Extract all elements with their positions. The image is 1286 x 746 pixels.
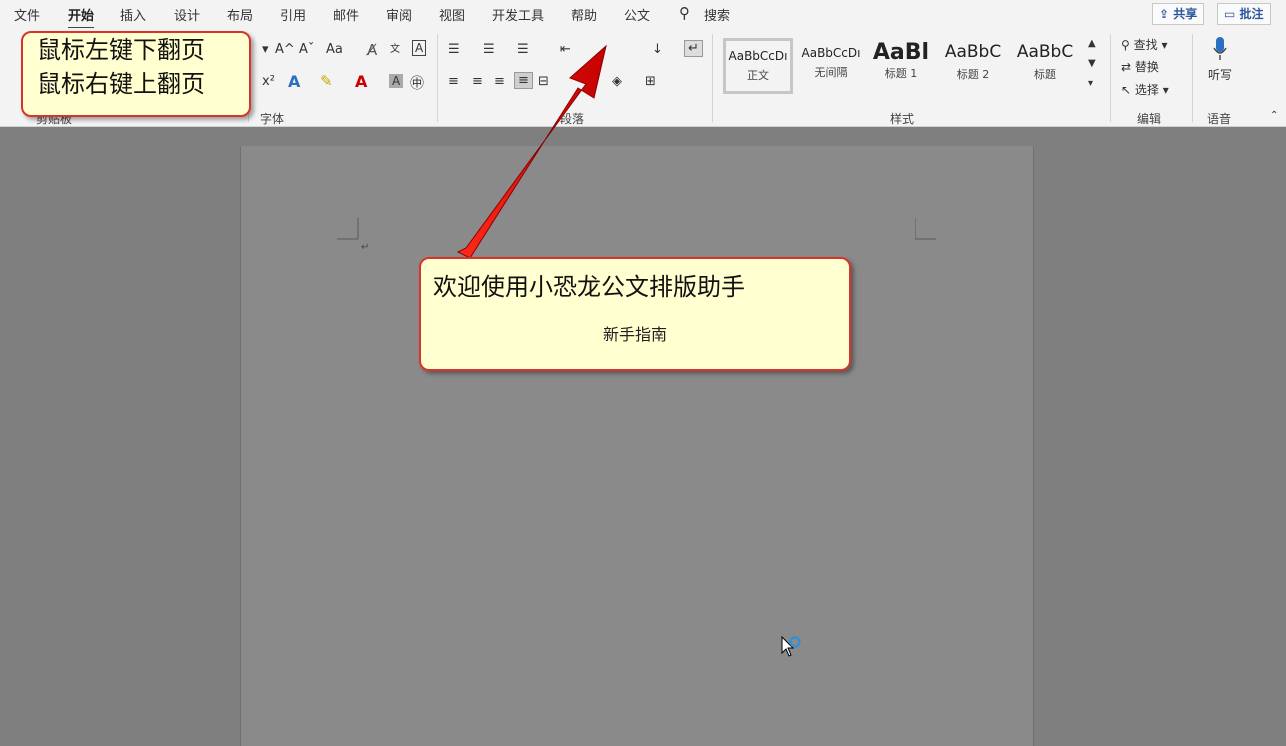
welcome-title: 欢迎使用小恐龙公文排版助手: [433, 273, 745, 301]
busy-cursor-icon: [781, 636, 801, 657]
beginner-guide-link[interactable]: 新手指南: [421, 321, 849, 345]
nav-hint-callout: 鼠标左键下翻页 鼠标右键上翻页: [21, 31, 251, 117]
nav-hint-line-2: 鼠标右键上翻页: [37, 70, 205, 98]
nav-hint-line-1: 鼠标左键下翻页: [37, 36, 205, 64]
welcome-callout: 欢迎使用小恐龙公文排版助手 新手指南: [419, 257, 851, 371]
